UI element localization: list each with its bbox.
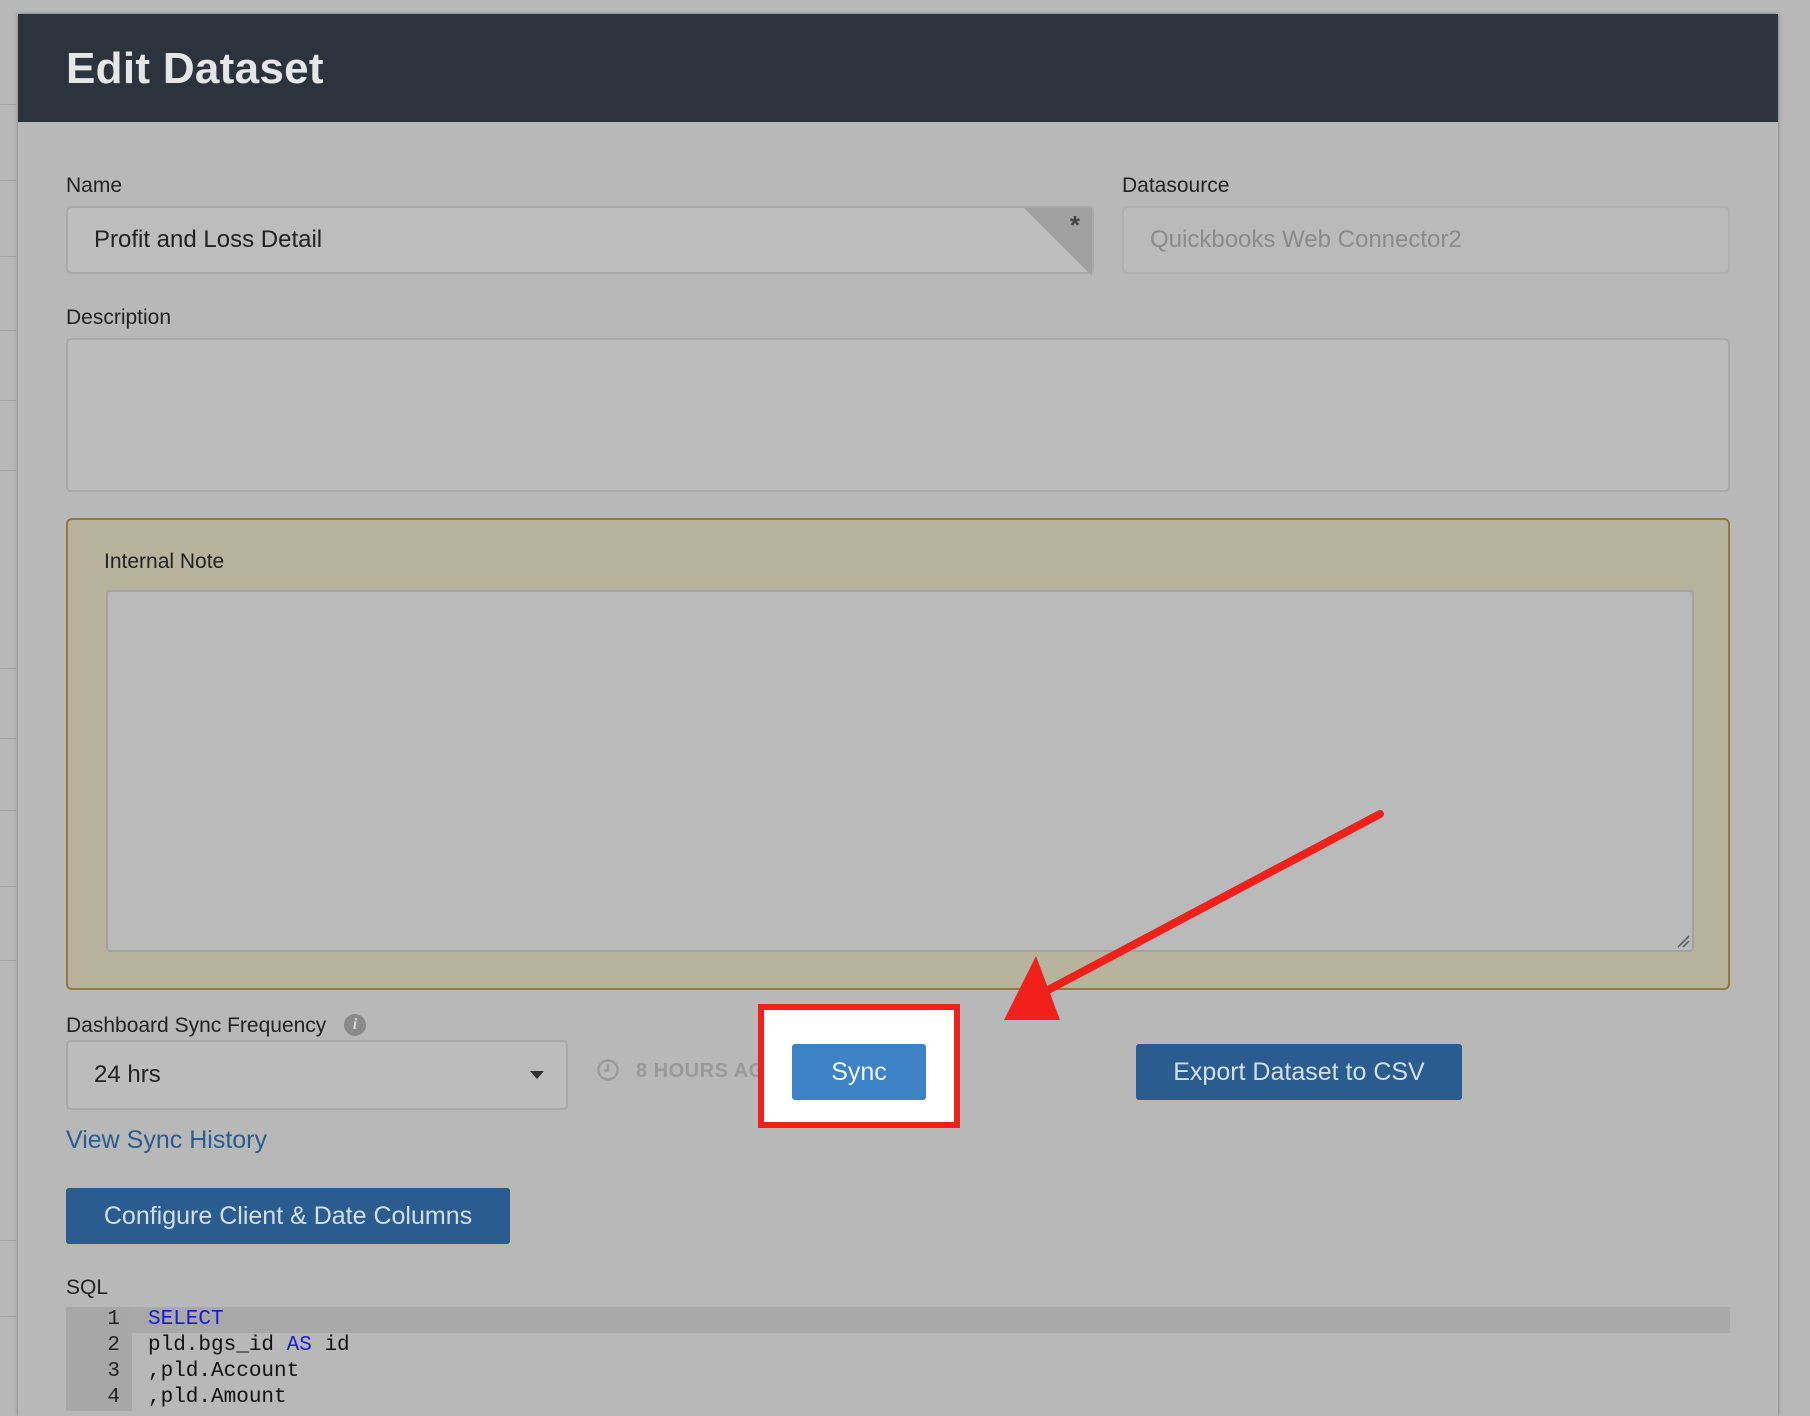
modal-title: Edit Dataset — [66, 44, 324, 93]
modal-header: Edit Dataset — [18, 14, 1778, 122]
export-csv-button[interactable]: Export Dataset to CSV — [1136, 1044, 1462, 1100]
sync-frequency-label: Dashboard Sync Frequency — [66, 1014, 327, 1037]
view-sync-history-link[interactable]: View Sync History — [66, 1126, 267, 1155]
clock-icon — [597, 1059, 619, 1081]
name-input[interactable]: Profit and Loss Detail * — [66, 206, 1094, 276]
internal-note-textarea[interactable] — [106, 590, 1694, 952]
sql-line: 3 ,pld.Account — [66, 1359, 1730, 1385]
name-input-value: Profit and Loss Detail — [94, 226, 323, 253]
sql-label: SQL — [66, 1276, 109, 1299]
sql-line: 2 pld.bgs_id AS id — [66, 1333, 1730, 1359]
internal-note-panel: Internal Note — [66, 518, 1730, 990]
sql-text: id — [311, 1334, 350, 1357]
sql-text: ,pld.Amount — [148, 1386, 287, 1409]
sql-keyword: SELECT — [148, 1308, 224, 1331]
required-asterisk-icon: * — [1069, 210, 1080, 240]
name-label: Name — [66, 174, 123, 197]
configure-columns-button[interactable]: Configure Client & Date Columns — [66, 1188, 510, 1244]
caret-down-icon — [530, 1071, 544, 1079]
sync-frequency-value: 24 hrs — [94, 1061, 161, 1088]
description-label: Description — [66, 306, 172, 329]
sync-button[interactable]: Sync — [792, 1044, 926, 1100]
datasource-placeholder: Quickbooks Web Connector2 — [1150, 226, 1462, 253]
edit-dataset-modal: Edit Dataset Name Profit and Loss Detail… — [18, 14, 1778, 1416]
line-number: 3 — [66, 1359, 132, 1385]
datasource-label: Datasource — [1122, 174, 1230, 197]
internal-note-label: Internal Note — [104, 550, 225, 573]
sql-text: pld.bgs_id — [148, 1334, 287, 1357]
resize-grip-icon[interactable] — [1674, 932, 1690, 948]
required-corner-marker — [1024, 208, 1092, 276]
sql-line: 4 ,pld.Amount — [66, 1385, 1730, 1411]
sync-frequency-select[interactable]: 24 hrs — [66, 1040, 568, 1110]
sql-line: 1 SELECT — [66, 1307, 1730, 1333]
sql-editor[interactable]: 1 SELECT 2 pld.bgs_id AS id 3 ,pld.Accou… — [66, 1307, 1730, 1416]
line-number: 1 — [66, 1307, 132, 1333]
background-page-edge — [0, 0, 18, 1416]
sql-text: ,pld.Account — [148, 1360, 300, 1383]
line-number: 4 — [66, 1385, 132, 1411]
description-textarea[interactable] — [66, 338, 1730, 492]
datasource-field: Quickbooks Web Connector2 — [1122, 206, 1730, 274]
sql-keyword: AS — [286, 1334, 312, 1357]
line-number: 2 — [66, 1333, 132, 1359]
info-icon[interactable]: i — [344, 1014, 366, 1036]
